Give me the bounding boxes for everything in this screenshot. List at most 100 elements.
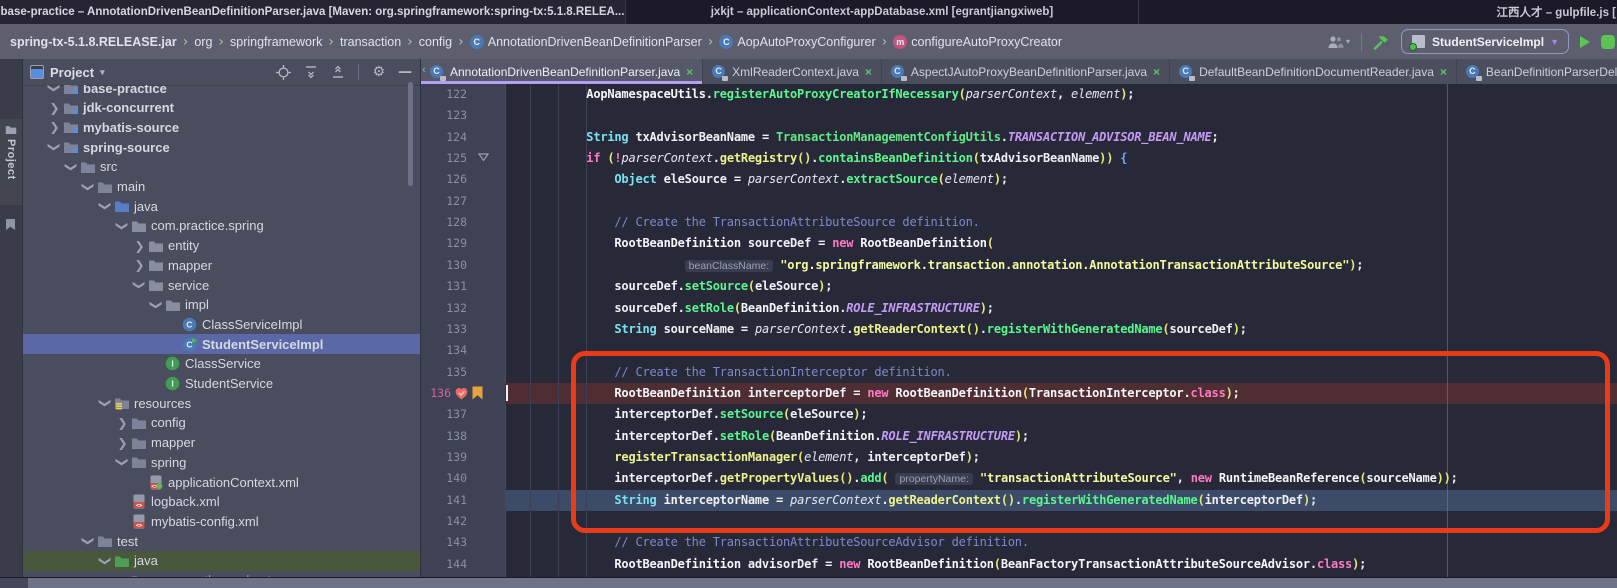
tree-row[interactable]: ❯java bbox=[22, 551, 420, 571]
code-line[interactable]: 133 String sourceName = parserContext.ge… bbox=[421, 319, 1617, 340]
editor-tab[interactable]: CAnnotationDrivenBeanDefinitionParser.ja… bbox=[421, 59, 703, 84]
tree-row[interactable]: ❯config bbox=[22, 413, 420, 433]
editor-tab[interactable]: CDefaultBeanDefinitionDocumentReader.jav… bbox=[1170, 59, 1457, 84]
chevron-down-icon[interactable]: ❯ bbox=[83, 179, 95, 194]
tree-row[interactable]: <>applicationContext.xml bbox=[22, 472, 420, 492]
breadcrumb-item[interactable]: config bbox=[419, 35, 452, 49]
line-number[interactable]: 135 bbox=[421, 365, 467, 379]
line-number[interactable]: 134 bbox=[421, 343, 467, 357]
code-line[interactable]: 138 interceptorDef.setRole(BeanDefinitio… bbox=[421, 426, 1617, 447]
code-line[interactable]: 135 // Create the TransactionInterceptor… bbox=[421, 362, 1617, 383]
chevron-down-icon[interactable]: ❯ bbox=[100, 553, 112, 568]
tree-row[interactable]: ❯main bbox=[22, 177, 420, 197]
run-configuration-select[interactable]: StudentServiceImpl ▼ bbox=[1401, 29, 1569, 54]
code-line[interactable]: 143 // Create the TransactionAttributeSo… bbox=[421, 532, 1617, 553]
tree-row[interactable]: ❯impl bbox=[22, 295, 420, 315]
collapse-all-icon[interactable] bbox=[331, 65, 345, 79]
code-line[interactable]: 129 RootBeanDefinition sourceDef = new R… bbox=[421, 233, 1617, 254]
chevron-right-icon[interactable]: ❯ bbox=[47, 102, 62, 114]
code-line[interactable]: 139 registerTransactionManager(element, … bbox=[421, 447, 1617, 468]
chevron-right-icon[interactable]: ❯ bbox=[47, 121, 62, 133]
chevron-down-icon[interactable]: ❯ bbox=[49, 140, 61, 155]
code-line[interactable]: 132 sourceDef.setRole(BeanDefinition.ROL… bbox=[421, 298, 1617, 319]
line-number[interactable]: 127 bbox=[421, 194, 467, 208]
code-line[interactable]: 125 if (!parserContext.getRegistry().con… bbox=[421, 148, 1617, 169]
breadcrumb-item[interactable]: springframework bbox=[230, 35, 322, 49]
line-number[interactable]: 126 bbox=[421, 172, 467, 186]
code-line[interactable]: 131 sourceDef.setSource(eleSource); bbox=[421, 276, 1617, 297]
line-number[interactable]: 143 bbox=[421, 535, 467, 549]
breadcrumb-item[interactable]: CAnnotationDrivenBeanDefinitionParser bbox=[470, 35, 702, 49]
breadcrumb-item[interactable]: CAopAutoProxyConfigurer bbox=[719, 35, 875, 49]
bookmarks-tool-icon[interactable] bbox=[6, 219, 15, 230]
line-number[interactable]: 144 bbox=[421, 557, 467, 571]
chevron-down-icon[interactable]: ❯ bbox=[83, 534, 95, 549]
editor-tab[interactable]: CXmlReaderContext.java× bbox=[703, 59, 882, 84]
build-hammer-icon[interactable] bbox=[1373, 34, 1390, 50]
settings-gear-icon[interactable]: ⚙ bbox=[372, 65, 385, 79]
bookmark-icon[interactable] bbox=[472, 386, 483, 400]
breadcrumb-item[interactable]: spring-tx-5.1.8.RELEASE.jar bbox=[10, 35, 177, 49]
tree-row[interactable]: IStudentService bbox=[22, 374, 420, 394]
chevron-right-icon[interactable]: ❯ bbox=[115, 417, 130, 429]
editor-tab[interactable]: CAspectJAutoProxyBeanDefinitionParser.ja… bbox=[882, 59, 1170, 84]
line-number[interactable]: 140 bbox=[421, 471, 467, 485]
tree-scrollbar[interactable] bbox=[408, 82, 413, 186]
chevron-down-icon[interactable]: ❯ bbox=[49, 85, 61, 96]
run-button[interactable] bbox=[1580, 36, 1590, 48]
line-number[interactable]: 130 bbox=[421, 258, 467, 272]
line-number[interactable]: 124 bbox=[421, 130, 467, 144]
line-number[interactable]: 123 bbox=[421, 108, 467, 122]
code-line[interactable]: 141 String interceptorName = parserConte… bbox=[421, 490, 1617, 511]
locate-file-icon[interactable] bbox=[276, 65, 291, 80]
chevron-right-icon[interactable]: ❯ bbox=[132, 240, 147, 252]
code-line[interactable]: 123 bbox=[421, 105, 1617, 126]
fold-arrow-icon[interactable] bbox=[478, 153, 489, 162]
code-line[interactable]: 134 bbox=[421, 340, 1617, 361]
tab-close-icon[interactable]: × bbox=[865, 65, 872, 79]
code-line[interactable]: 144 RootBeanDefinition advisorDef = new … bbox=[421, 554, 1617, 575]
tree-row[interactable]: ❯com.practice.spring bbox=[22, 216, 420, 236]
breakpoint-icon[interactable] bbox=[454, 386, 469, 401]
code-line[interactable]: 142 bbox=[421, 511, 1617, 532]
chevron-down-icon[interactable]: ❯ bbox=[100, 199, 112, 214]
line-number[interactable]: 141 bbox=[421, 493, 467, 507]
tree-row[interactable]: CClassServiceImpl bbox=[22, 314, 420, 334]
chevron-down-icon[interactable]: ❯ bbox=[117, 455, 129, 470]
debug-button[interactable] bbox=[1601, 35, 1615, 49]
line-number[interactable]: 128 bbox=[421, 215, 467, 229]
tree-row[interactable]: ❯resources bbox=[22, 393, 420, 413]
editor-tab[interactable]: CBeanDefinitionParserDelegate.java× bbox=[1457, 59, 1617, 84]
breadcrumb-item[interactable]: org bbox=[194, 35, 212, 49]
chevron-down-icon[interactable]: ❯ bbox=[151, 297, 163, 312]
tree-row[interactable]: ❯mapper bbox=[22, 255, 420, 275]
code-line[interactable]: 136 RootBeanDefinition interceptorDef = … bbox=[421, 383, 1617, 404]
code-line[interactable]: 124 String txAdvisorBeanName = Transacti… bbox=[421, 127, 1617, 148]
line-number[interactable]: 125 bbox=[421, 151, 467, 165]
code-line[interactable]: 140 interceptorDef.getPropertyValues().a… bbox=[421, 468, 1617, 489]
chevron-down-icon[interactable]: ❯ bbox=[134, 278, 146, 293]
tree-row[interactable]: ❯src bbox=[22, 157, 420, 177]
line-number[interactable]: 136 bbox=[421, 386, 451, 400]
chevron-down-icon[interactable]: ❯ bbox=[66, 159, 78, 174]
line-number[interactable]: 142 bbox=[421, 514, 467, 528]
tab-close-icon[interactable]: × bbox=[1153, 65, 1160, 79]
chevron-right-icon[interactable]: ❯ bbox=[115, 437, 130, 449]
chevron-down-icon[interactable]: ❯ bbox=[117, 218, 129, 233]
tree-row[interactable]: ❯entity bbox=[22, 236, 420, 256]
code-line[interactable]: 127 bbox=[421, 191, 1617, 212]
line-number[interactable]: 122 bbox=[421, 87, 467, 101]
hide-panel-icon[interactable]: — bbox=[398, 65, 412, 79]
tree-row[interactable]: ❯service bbox=[22, 275, 420, 295]
tabs-scroll-left-icon[interactable]: ‹ bbox=[422, 64, 426, 76]
expand-all-icon[interactable] bbox=[304, 65, 318, 79]
chevron-down-icon[interactable]: ❯ bbox=[100, 396, 112, 411]
tree-row[interactable]: ❯spring-source bbox=[22, 137, 420, 157]
breadcrumb-item[interactable]: mconfigureAutoProxyCreator bbox=[893, 35, 1062, 49]
tree-row[interactable]: ❯base-practice bbox=[22, 85, 420, 98]
code-line[interactable]: 122 AopNamespaceUtils.registerAutoProxyC… bbox=[421, 84, 1617, 105]
code-line[interactable]: 130 beanClassName: "org.springframework.… bbox=[421, 255, 1617, 276]
project-view-selector[interactable]: Project ▾ bbox=[30, 65, 105, 80]
tree-row[interactable]: <>logback.xml bbox=[22, 492, 420, 512]
line-number[interactable]: 139 bbox=[421, 450, 467, 464]
